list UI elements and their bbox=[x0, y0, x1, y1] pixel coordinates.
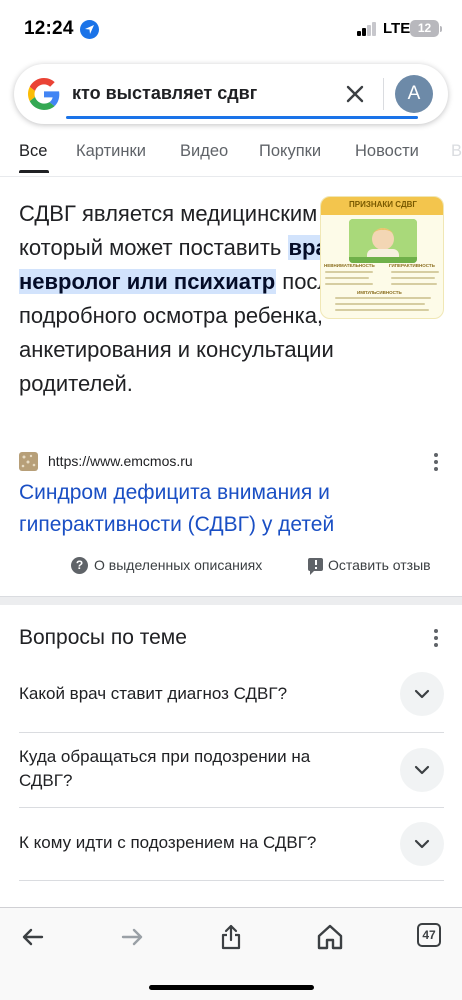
back-arrow-icon[interactable] bbox=[18, 922, 48, 952]
share-icon[interactable] bbox=[216, 922, 246, 952]
related-question-item[interactable]: К кому идти с подозрением на СДВГ? bbox=[19, 808, 444, 881]
thumbnail-label-3: ИМПУЛЬСИВНОСТЬ bbox=[357, 290, 402, 295]
related-more-vert-icon[interactable] bbox=[433, 629, 439, 647]
feedback-icon bbox=[308, 558, 323, 575]
location-arrow-icon bbox=[80, 20, 99, 39]
related-question-text: Какой врач ставит диагноз СДВГ? bbox=[19, 684, 288, 703]
network-type: LTE bbox=[383, 20, 411, 37]
battery-tip bbox=[440, 26, 442, 32]
tab-all[interactable]: Все bbox=[19, 142, 47, 161]
tabs-divider bbox=[0, 176, 462, 177]
thumbnail-child-photo bbox=[349, 219, 417, 263]
related-question-item[interactable]: Какой врач ставит диагноз СДВГ? bbox=[19, 672, 444, 733]
status-bar: 12:24 LTE 12 bbox=[0, 0, 462, 58]
tab-shopping[interactable]: Покупки bbox=[259, 142, 321, 161]
search-bar[interactable]: кто выставляет сдвг A bbox=[14, 64, 448, 124]
search-focus-underline bbox=[66, 116, 418, 119]
snippet-thumbnail[interactable]: ПРИЗНАКИ СДВГ НЕВНИМАТЕЛЬНОСТЬ ГИПЕРАКТИ… bbox=[320, 196, 444, 319]
status-time: 12:24 bbox=[24, 18, 74, 39]
site-favicon-icon bbox=[19, 452, 38, 471]
chevron-down-icon[interactable] bbox=[400, 672, 444, 716]
account-avatar[interactable]: A bbox=[395, 75, 433, 113]
forward-arrow-icon[interactable] bbox=[117, 922, 147, 952]
chevron-down-icon[interactable] bbox=[400, 748, 444, 792]
tab-video[interactable]: Видео bbox=[180, 142, 228, 161]
question-divider bbox=[19, 880, 444, 881]
tab-news[interactable]: Новости bbox=[355, 142, 419, 161]
related-questions-title: Вопросы по теме bbox=[19, 626, 187, 649]
close-icon[interactable] bbox=[344, 83, 366, 105]
source-url: https://www.emcmos.ru bbox=[48, 453, 193, 469]
help-icon: ? bbox=[71, 557, 88, 574]
about-snippets-link[interactable]: О выделенных описаниях bbox=[94, 557, 262, 573]
search-tabs: Все Картинки Видео Покупки Новости В bbox=[0, 138, 462, 174]
result-title-link[interactable]: Синдром дефицита внимания и гиперактивно… bbox=[19, 477, 429, 541]
tab-more[interactable]: В bbox=[451, 142, 462, 161]
chevron-down-icon[interactable] bbox=[400, 822, 444, 866]
home-icon[interactable] bbox=[315, 922, 345, 952]
thumbnail-label-2: ГИПЕРАКТИВНОСТЬ bbox=[389, 263, 435, 268]
thumbnail-title: ПРИЗНАКИ СДВГ bbox=[349, 200, 417, 209]
search-input[interactable]: кто выставляет сдвг bbox=[72, 83, 257, 104]
tabs-count-button[interactable]: 47 bbox=[417, 923, 441, 947]
search-divider bbox=[383, 78, 384, 110]
snippet-feedback-row: ? О выделенных описаниях Оставить отзыв bbox=[0, 555, 462, 577]
cellular-signal-icon bbox=[357, 22, 377, 36]
feedback-link[interactable]: Оставить отзыв bbox=[328, 557, 431, 573]
google-logo-icon bbox=[28, 78, 60, 110]
tab-images[interactable]: Картинки bbox=[76, 142, 146, 161]
related-question-text: Куда обращаться при подозрении на СДВГ? bbox=[19, 747, 311, 790]
section-separator bbox=[0, 596, 462, 605]
source-row[interactable]: https://www.emcmos.ru bbox=[19, 450, 444, 474]
battery-icon: 12 bbox=[410, 20, 439, 37]
active-tab-indicator bbox=[19, 170, 49, 173]
related-question-text: К кому идти с подозрением на СДВГ? bbox=[19, 833, 317, 852]
home-indicator bbox=[149, 985, 314, 990]
related-question-item[interactable]: Куда обращаться при подозрении на СДВГ? bbox=[19, 732, 444, 808]
thumbnail-label-1: НЕВНИМАТЕЛЬНОСТЬ bbox=[324, 263, 375, 268]
more-vert-icon[interactable] bbox=[433, 453, 439, 471]
